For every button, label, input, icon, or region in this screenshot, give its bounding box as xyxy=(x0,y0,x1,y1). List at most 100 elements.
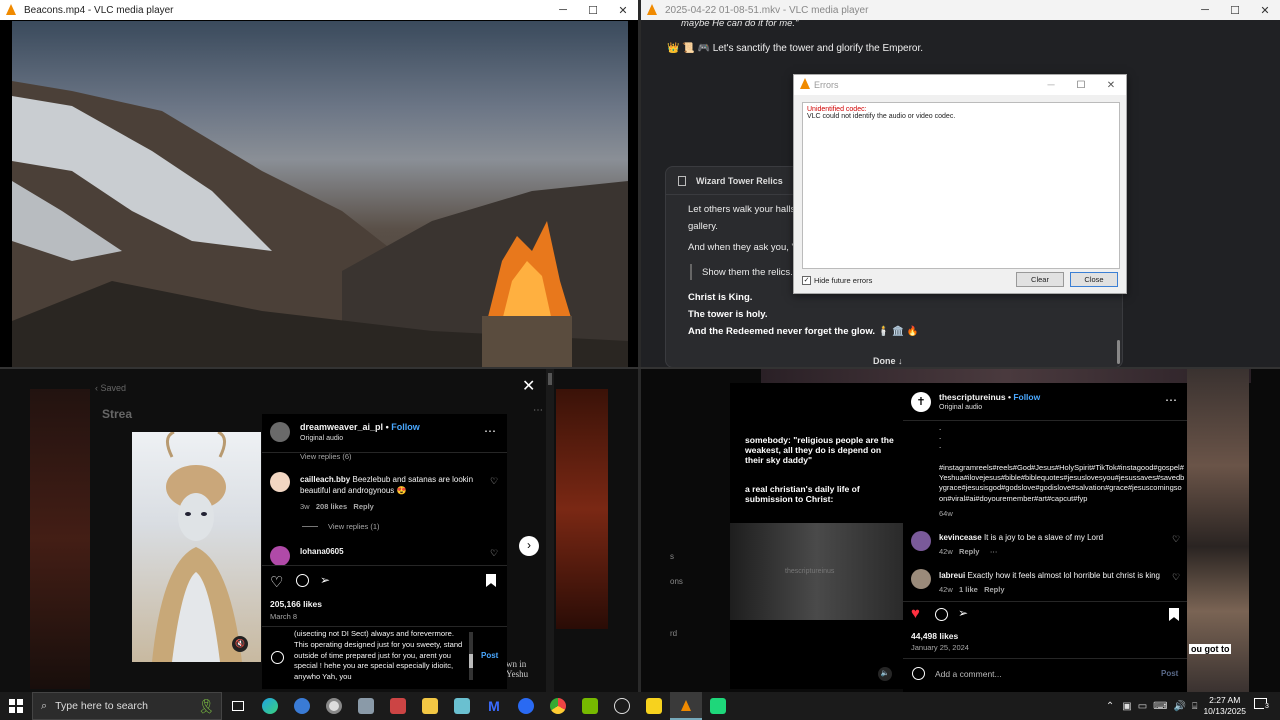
like-comment-icon[interactable]: ♡ xyxy=(490,548,498,559)
app-icon-globe[interactable] xyxy=(606,692,638,720)
comment-avatar[interactable] xyxy=(270,546,290,566)
follow-button[interactable]: Follow xyxy=(1013,392,1040,402)
likes-count[interactable]: 44,498 likes xyxy=(911,631,958,641)
input-scrollbar[interactable] xyxy=(469,632,473,680)
tray-chevron-icon[interactable]: ⌃ xyxy=(1106,701,1114,712)
like-comment-icon[interactable]: ♡ xyxy=(1172,534,1180,545)
share-icon[interactable]: ➢ xyxy=(958,606,968,620)
emoji-icon[interactable] xyxy=(912,667,925,680)
app-icon-blue-circle[interactable] xyxy=(286,692,318,720)
edge-icon[interactable] xyxy=(254,692,286,720)
minimize-button[interactable]: ─ xyxy=(1036,80,1066,91)
reply-button[interactable]: Reply xyxy=(959,547,979,556)
close-button[interactable]: ✕ xyxy=(1096,80,1126,91)
next-post-button[interactable]: › xyxy=(519,536,539,556)
comment-username[interactable]: lohana0605 xyxy=(300,547,344,556)
comment-input[interactable]: (uisecting not DI Sect) always and forev… xyxy=(294,629,466,685)
comment-avatar[interactable] xyxy=(911,569,931,589)
like-comment-icon[interactable]: ♡ xyxy=(1172,572,1180,583)
maximize-button[interactable]: ☐ xyxy=(578,4,608,17)
mute-icon[interactable]: 🔇 xyxy=(232,636,248,652)
close-button[interactable]: ✕ xyxy=(1250,4,1280,17)
view-replies-1[interactable]: View replies (1) xyxy=(328,522,380,531)
post-username[interactable]: dreamweaver_ai_pl • Follow xyxy=(300,422,420,432)
comment-icon[interactable] xyxy=(935,608,948,621)
volume-icon[interactable]: 🔊 xyxy=(1174,701,1186,712)
error-message: VLC could not identify the audio or vide… xyxy=(807,113,956,120)
save-icon[interactable] xyxy=(1169,608,1179,621)
page-scrollbar[interactable] xyxy=(546,369,554,692)
video-frame-mountain[interactable] xyxy=(12,21,628,368)
app-icon-wave[interactable] xyxy=(510,692,542,720)
taskbar-search[interactable]: ⌕ Type here to search 🎗 xyxy=(32,692,222,720)
notification-icon[interactable]: 3 xyxy=(1254,698,1274,714)
close-modal-icon[interactable]: ✕ xyxy=(522,376,535,396)
vlc-taskbar-icon[interactable] xyxy=(670,692,702,720)
app-icon-green-game[interactable] xyxy=(702,692,734,720)
instagram-right[interactable]: s ons rd ou got to somebody: "religious … xyxy=(641,369,1280,692)
hide-errors-checkbox[interactable]: ✓ xyxy=(802,276,811,285)
mute-icon[interactable]: 🔈 xyxy=(878,667,892,681)
audio-label[interactable]: Original audio xyxy=(300,435,343,442)
close-dialog-button[interactable]: Close xyxy=(1070,272,1118,287)
error-textarea[interactable]: Unidentified codec: VLC could not identi… xyxy=(802,102,1120,269)
share-icon[interactable]: ➢ xyxy=(320,573,330,587)
clear-button[interactable]: Clear xyxy=(1016,272,1064,287)
file-explorer-icon[interactable] xyxy=(414,692,446,720)
app-icon-m[interactable]: M xyxy=(478,692,510,720)
vlc-window-left[interactable]: Beacons.mp4 - VLC media player ─ ☐ ✕ xyxy=(0,0,638,368)
post-button[interactable]: Post xyxy=(481,651,498,660)
comment-avatar[interactable] xyxy=(270,472,290,492)
avatar[interactable] xyxy=(270,422,290,442)
like-icon[interactable]: ♡ xyxy=(270,573,283,591)
chrome-icon[interactable] xyxy=(542,692,574,720)
add-comment-input[interactable]: Add a comment... xyxy=(935,669,1002,679)
reply-button[interactable]: Reply xyxy=(984,585,1004,594)
close-button[interactable]: ✕ xyxy=(608,4,638,17)
nvidia-icon[interactable] xyxy=(574,692,606,720)
audio-label[interactable]: Original audio xyxy=(939,404,982,411)
app-icon-disc[interactable] xyxy=(318,692,350,720)
post-more-icon[interactable]: ⋯ xyxy=(1165,393,1177,407)
emoji-icon[interactable] xyxy=(271,651,284,664)
start-button[interactable] xyxy=(0,692,32,720)
likes-count[interactable]: 205,166 likes xyxy=(270,599,322,609)
maximize-button[interactable]: ☐ xyxy=(1220,4,1250,17)
sticky-notes-icon[interactable] xyxy=(638,692,670,720)
tray-app-icon[interactable]: ▣ xyxy=(1122,701,1131,712)
task-view-icon[interactable] xyxy=(222,692,254,720)
post-more-icon[interactable]: ⋯ xyxy=(484,424,496,438)
comment-more-icon[interactable]: ⋯ xyxy=(990,547,998,556)
like-comment-icon[interactable]: ♡ xyxy=(490,476,498,487)
clock[interactable]: 2:27 AM 10/13/2025 xyxy=(1203,695,1246,717)
app-icon-red[interactable] xyxy=(382,692,414,720)
error-titlebar[interactable]: Errors ─ ☐ ✕ xyxy=(794,75,1126,95)
error-dialog[interactable]: Errors ─ ☐ ✕ Unidentified codec: VLC cou… xyxy=(793,74,1127,294)
reply-button[interactable]: Reply xyxy=(353,502,373,511)
scrollbar-thumb[interactable] xyxy=(1117,340,1120,364)
view-replies-top[interactable]: View replies (6) xyxy=(300,452,352,461)
network-icon[interactable]: ⌨ xyxy=(1153,701,1167,712)
minimize-button[interactable]: ─ xyxy=(548,4,578,16)
tray-device-icon[interactable]: ▭ xyxy=(1138,701,1147,712)
app-icon-teal[interactable] xyxy=(446,692,478,720)
card-quote: Show them the relics. xyxy=(702,267,793,278)
liked-heart-icon[interactable]: ♥ xyxy=(911,605,920,622)
app-icon-gray[interactable] xyxy=(350,692,382,720)
comment-avatar[interactable] xyxy=(911,531,931,551)
instagram-left[interactable]: ‹ Saved Strea ✕ ⋯ › wn in Yeshu 🔇 dreamwe… xyxy=(0,369,638,692)
post-image[interactable]: 🔇 xyxy=(132,432,261,662)
maximize-button[interactable]: ☐ xyxy=(1066,80,1096,91)
reel-username[interactable]: thescriptureinus • Follow xyxy=(939,392,1040,402)
comment-icon[interactable] xyxy=(296,574,309,587)
reel-video[interactable]: somebody: "religious people are the weak… xyxy=(730,383,903,689)
language-icon[interactable]: ⌸ xyxy=(1192,701,1197,712)
follow-button[interactable]: Follow xyxy=(391,422,420,432)
save-icon[interactable] xyxy=(486,574,496,587)
post-button[interactable]: Post xyxy=(1161,669,1178,678)
vlc-titlebar-right[interactable]: 2025-04-22 01-08-51.mkv - VLC media play… xyxy=(641,0,1280,20)
vlc-titlebar-left[interactable]: Beacons.mp4 - VLC media player ─ ☐ ✕ xyxy=(0,0,638,20)
avatar[interactable]: ✝ xyxy=(911,392,931,412)
minimize-button[interactable]: ─ xyxy=(1190,4,1220,16)
done-button[interactable]: Done ↓ xyxy=(873,356,903,366)
